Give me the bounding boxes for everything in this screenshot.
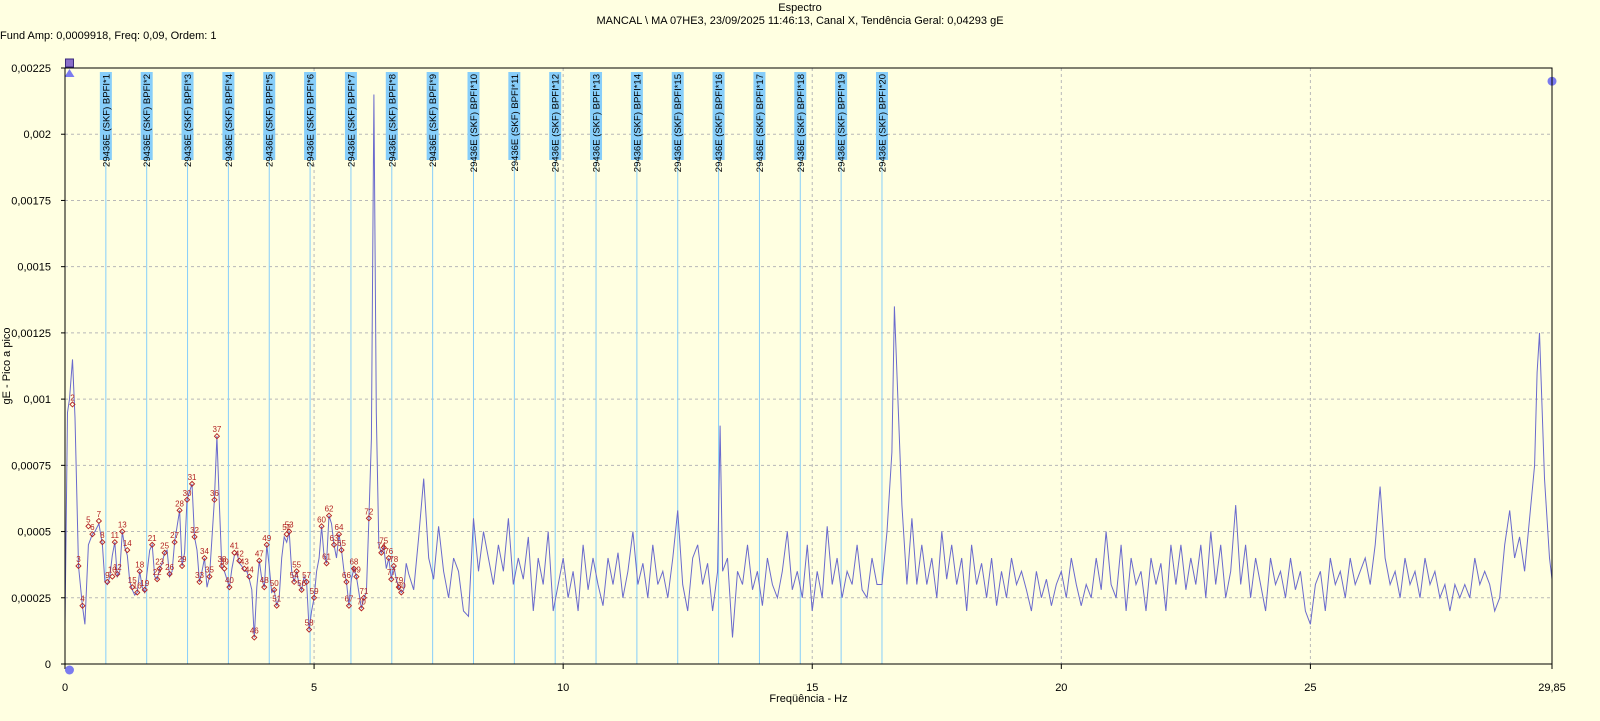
peak-label: 50 — [270, 579, 279, 588]
x-axis-ticks: 0 5 10 15 20 25 29,85 — [62, 664, 1566, 694]
peak-label: 80 — [397, 581, 406, 590]
y-tick-label: 0,00025 — [11, 593, 51, 605]
peak-label: 60 — [317, 515, 326, 524]
y-tick-label: 0,0005 — [17, 527, 51, 539]
peak-label: 28 — [175, 499, 184, 508]
peak-label: 48 — [260, 576, 269, 585]
peak-label: 14 — [123, 539, 132, 548]
peak-label: 19 — [140, 579, 149, 588]
x-tick-label: 0 — [62, 682, 68, 694]
y-tick-label: 0,0015 — [17, 262, 51, 274]
spectrum-chart[interactable]: 0 5 10 15 20 25 29,85 00,000250,00050,000750,0… — [0, 0, 1600, 721]
bpf-label: 29436E (SKF) BPFI*6 — [306, 74, 317, 167]
x-tick-label: 25 — [1304, 682, 1316, 694]
bpf-label: 29436E (SKF) BPFI*13 — [592, 74, 603, 172]
bpf-label: 29436E (SKF) BPFI*14 — [632, 74, 643, 172]
y-axis-label: gE - Pico a pico — [1, 327, 13, 404]
peak-label: 62 — [325, 505, 334, 514]
peak-label: 64 — [335, 523, 344, 532]
y-tick-label: 0,002 — [23, 129, 51, 141]
y-tick-label: 0,00225 — [11, 63, 51, 75]
peak-label: 66 — [342, 571, 351, 580]
peak-label: 18 — [135, 560, 144, 569]
x-tick-label: 20 — [1055, 682, 1067, 694]
peak-label: 39 — [220, 558, 229, 567]
peak-label: 29 — [178, 555, 187, 564]
bpf-label: 29436E (SKF) BPFI*20 — [877, 74, 888, 172]
x-axis-label: Freqüência - Hz — [769, 693, 847, 705]
bpf-label: 29436E (SKF) BPFI*5 — [265, 74, 276, 167]
cursor-handle[interactable] — [64, 58, 74, 68]
peak-label: 75 — [379, 536, 388, 545]
bpf-label: 29436E (SKF) BPFI*18 — [796, 74, 807, 172]
bpf-label: 29436E (SKF) BPFI*16 — [714, 74, 725, 172]
peak-label: 31 — [188, 473, 197, 482]
peak-label: 13 — [118, 521, 127, 530]
peak-label: 78 — [389, 555, 398, 564]
bpf-label: 29436E (SKF) BPFI*10 — [469, 74, 480, 172]
peak-label: 35 — [205, 566, 214, 575]
peak-label: 3 — [76, 555, 81, 564]
y-tick-label: 0,00175 — [11, 195, 51, 207]
bpf-label: 29436E (SKF) BPFI*1 — [101, 74, 112, 167]
peak-label: 53 — [285, 521, 294, 530]
peak-label: 47 — [255, 550, 264, 559]
peak-label: 34 — [200, 547, 209, 556]
peak-label: 37 — [212, 425, 221, 434]
peak-label: 21 — [148, 534, 157, 543]
bpf-label: 29436E (SKF) BPFI*19 — [837, 74, 848, 172]
x-tick-label: 5 — [311, 682, 317, 694]
bpf-label: 29436E (SKF) BPFI*9 — [428, 74, 439, 167]
peak-label: 67 — [344, 595, 353, 604]
bpf-label: 29436E (SKF) BPFI*15 — [673, 74, 684, 172]
cursor-circle[interactable] — [64, 665, 74, 675]
peak-label: 57 — [302, 571, 311, 580]
y-tick-label: 0,00125 — [11, 328, 51, 340]
bpf-label: 29436E (SKF) BPFI*2 — [142, 74, 153, 167]
peak-label: 71 — [359, 587, 368, 596]
peak-label: 69 — [352, 566, 361, 575]
peak-label: 72 — [364, 507, 373, 516]
peak-label: 7 — [97, 510, 102, 519]
x-tick-label: 29,85 — [1538, 682, 1566, 694]
peak-label: 25 — [160, 542, 169, 551]
bpf-label: 29436E (SKF) BPFI*12 — [551, 74, 562, 172]
peak-label: 26 — [165, 563, 174, 572]
peak-label: 6 — [90, 523, 95, 532]
y-tick-label: 0,001 — [23, 394, 51, 406]
peak-label: 11 — [111, 531, 120, 540]
peak-label: 23 — [155, 558, 164, 567]
peak-label: 36 — [210, 489, 219, 498]
bpf-label: 29436E (SKF) BPFI*4 — [224, 74, 235, 167]
y-tick-label: 0 — [45, 659, 51, 671]
peak-label: 65 — [337, 539, 346, 548]
peak-label: 32 — [190, 526, 199, 535]
peak-label: 30 — [183, 489, 192, 498]
peak-label: 40 — [225, 576, 234, 585]
bpf-label: 29436E (SKF) BPFI*3 — [183, 74, 194, 167]
peak-label: 27 — [170, 531, 179, 540]
bpf-label: 29436E (SKF) BPFI*8 — [387, 74, 398, 167]
peak-label: 61 — [322, 552, 331, 561]
bpf-label: 29436E (SKF) BPFI*11 — [510, 74, 521, 172]
peak-label: 44 — [245, 566, 254, 575]
peak-label: 8 — [100, 531, 105, 540]
bpf-label: 29436E (SKF) BPFI*7 — [346, 74, 357, 167]
peak-label: 59 — [310, 587, 319, 596]
peak-label: 2 — [70, 393, 75, 402]
peak-label: 46 — [250, 627, 259, 636]
peak-label: 55 — [292, 560, 301, 569]
peak-label: 51 — [272, 595, 281, 604]
x-tick-label: 10 — [557, 682, 569, 694]
peak-label: 58 — [305, 619, 314, 628]
bpf-label: 29436E (SKF) BPFI*17 — [755, 74, 766, 172]
peak-label: 49 — [262, 534, 271, 543]
peak-label: 4 — [80, 595, 85, 604]
peak-label: 12 — [113, 563, 122, 572]
peak-label: 33 — [195, 571, 204, 580]
y-axis-ticks: 0 0,00025 0,0005 0,00075 0,001 0,00125 0,0015 0… — [11, 63, 65, 671]
y-tick-label: 0,00075 — [11, 460, 51, 472]
